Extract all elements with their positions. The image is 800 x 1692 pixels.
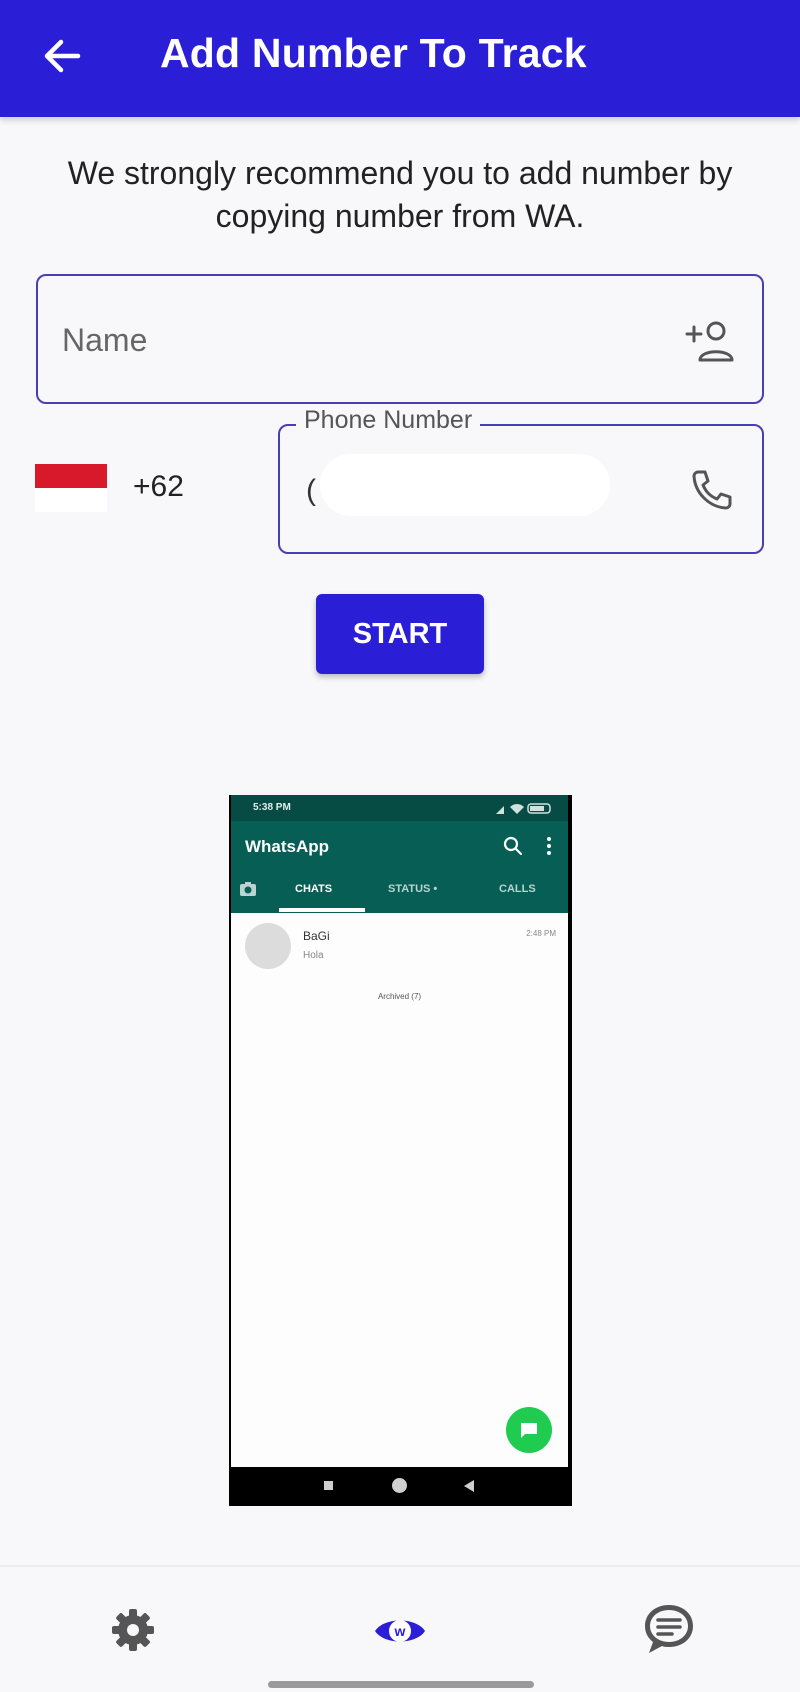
more-vert-icon	[547, 837, 551, 855]
home-icon	[392, 1478, 407, 1493]
preview-new-chat-fab	[506, 1407, 552, 1453]
phone-number-field[interactable]: Phone Number	[278, 406, 764, 554]
eye-w-icon: w	[375, 1620, 425, 1642]
search-icon	[503, 836, 523, 856]
svg-text:w: w	[394, 1623, 406, 1639]
preview-tab-chats: CHATS	[295, 883, 333, 895]
nav-settings-button[interactable]	[110, 1607, 156, 1653]
home-indicator	[268, 1681, 534, 1688]
chat-bubble-icon	[645, 1605, 693, 1653]
redacted-number-overlay	[320, 454, 610, 516]
preview-status-time: 5:38 PM	[253, 802, 291, 813]
country-dial-code[interactable]: +62	[133, 470, 184, 504]
preview-chat-time: 2:48 PM	[526, 929, 556, 938]
preview-tab-status: STATUS •	[388, 883, 438, 895]
add-person-icon[interactable]	[684, 318, 740, 364]
message-icon	[521, 1423, 537, 1438]
name-input[interactable]	[62, 316, 622, 364]
preview-status-bar: 5:38 PM	[231, 795, 568, 821]
preview-archived: Archived (7)	[377, 992, 422, 1001]
avatar	[245, 923, 291, 969]
whatsapp-preview-image: 5:38 PM WhatsApp CHATS STATUS • CALLS Ba…	[229, 795, 572, 1506]
preview-header: 5:38 PM WhatsApp CHATS STATUS • CALLS	[231, 795, 568, 913]
name-field[interactable]	[36, 274, 764, 404]
nav-chat-button[interactable]	[640, 1600, 698, 1658]
phone-icon	[688, 466, 736, 514]
preview-nav-bar	[229, 1467, 572, 1506]
page-title: Add Number To Track	[160, 30, 587, 76]
back-button[interactable]	[34, 28, 90, 84]
arrow-left-icon	[44, 39, 81, 73]
preview-chat-name: BaGi	[303, 929, 330, 943]
start-button[interactable]: START	[316, 594, 484, 674]
phone-number-label: Phone Number	[296, 406, 481, 435]
indonesia-flag-icon[interactable]	[35, 464, 107, 512]
status-icons	[496, 803, 551, 814]
back-triangle-icon	[464, 1480, 474, 1492]
recents-icon	[324, 1481, 333, 1490]
app-bar: Add Number To Track	[0, 0, 800, 117]
camera-icon	[240, 882, 256, 896]
preview-chat-message: Hola	[303, 950, 324, 961]
gear-icon	[112, 1609, 154, 1651]
preview-screen: 5:38 PM WhatsApp CHATS STATUS • CALLS Ba…	[231, 795, 568, 1467]
preview-tab-indicator	[279, 908, 365, 912]
bottom-navigation: w	[0, 1567, 800, 1692]
preview-tab-calls: CALLS	[499, 883, 536, 895]
nav-track-button[interactable]: w	[372, 1611, 428, 1651]
preview-app-name: WhatsApp	[245, 837, 330, 856]
intro-text: We strongly recommend you to add number …	[67, 155, 733, 234]
